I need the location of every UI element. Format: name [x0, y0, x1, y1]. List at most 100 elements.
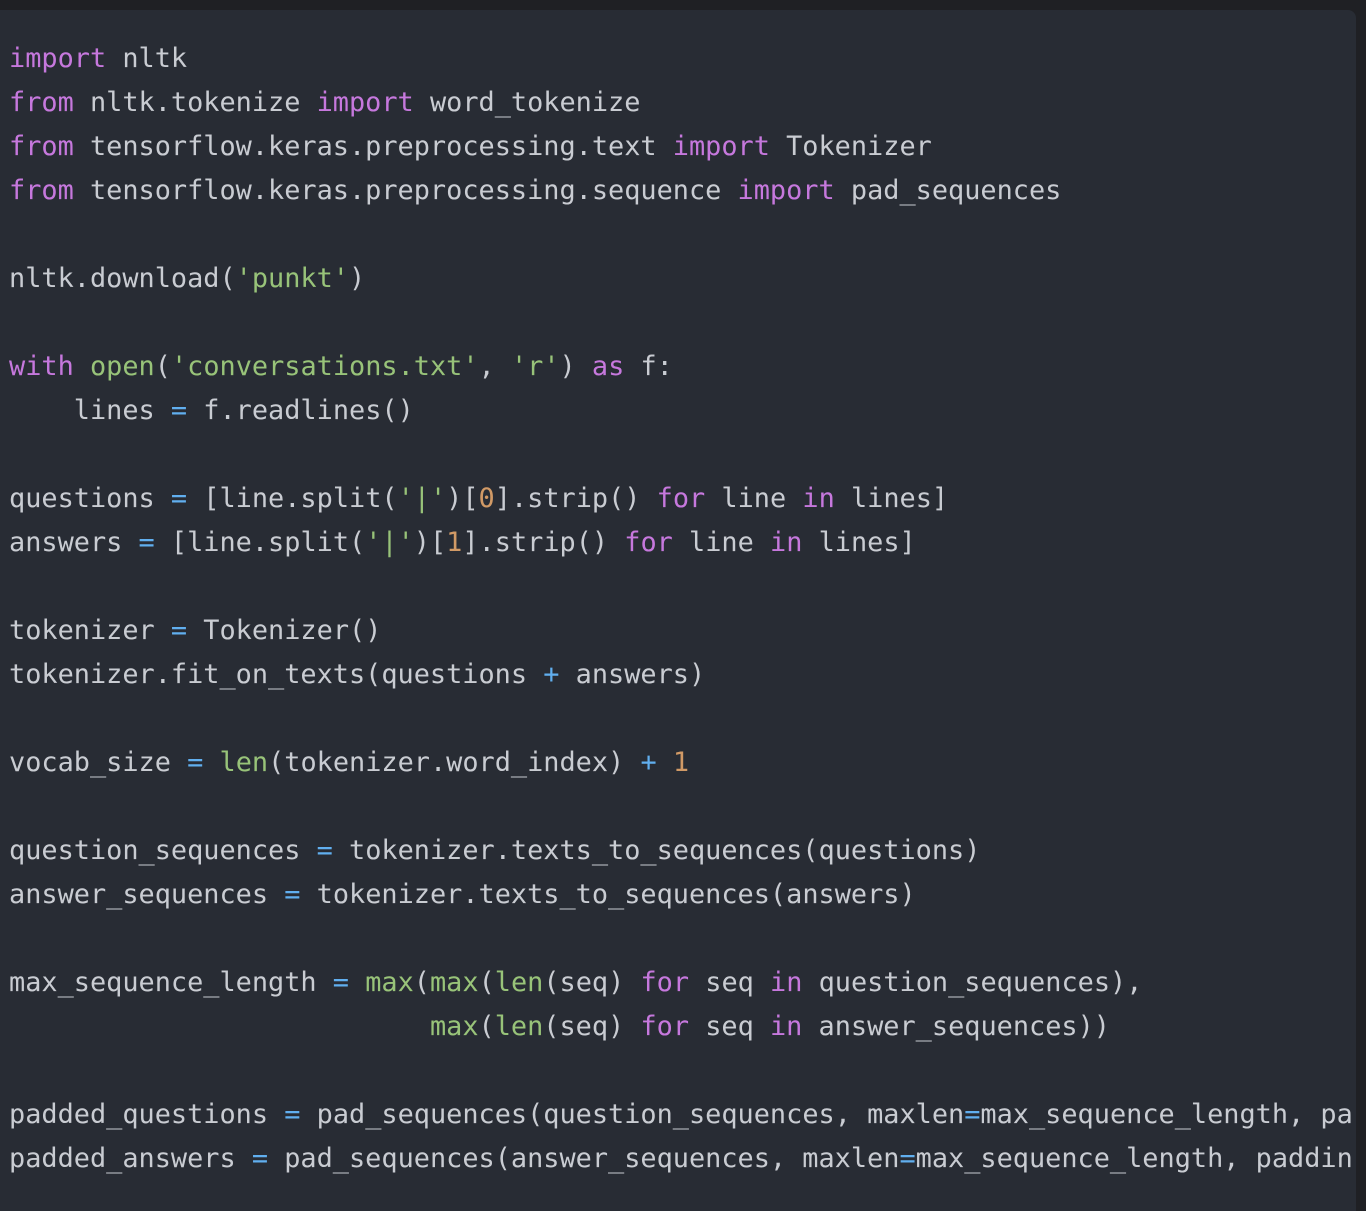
number-token: 1	[446, 527, 463, 558]
code-token: f:	[624, 351, 673, 382]
code-token: tokenizer	[9, 615, 171, 646]
code-token: pad_sequences	[834, 175, 1062, 206]
code-token: )	[559, 351, 592, 382]
code-token: (	[413, 967, 430, 998]
code-token: max_sequence_length	[9, 967, 333, 998]
string-token: '|'	[397, 483, 447, 514]
code-line: import nltk	[9, 37, 1353, 81]
builtin-token: open	[89, 351, 155, 382]
operator-token: +	[543, 659, 560, 690]
code-token: Tokenizer	[769, 131, 932, 162]
code-line: vocab_size = len(tokenizer.word_index) +…	[9, 741, 1353, 785]
code-panel[interactable]: import nltk from nltk.tokenize import wor…	[0, 10, 1356, 1211]
code-token: ].strip()	[494, 483, 657, 514]
number-token: 1	[672, 747, 690, 778]
code-token: pad_sequences(answer_sequences, maxlen	[268, 1143, 900, 1174]
code-token: )[	[446, 483, 479, 514]
code-token: Tokenizer()	[187, 615, 382, 646]
keyword-token: in	[769, 1011, 803, 1042]
keyword-token: from	[9, 131, 74, 162]
code-token: lines]	[834, 483, 949, 514]
keyword-token: import	[316, 87, 414, 118]
keyword-token: for	[656, 483, 706, 514]
code-token: answer_sequences	[9, 879, 285, 910]
code-token: question_sequences	[9, 835, 317, 866]
code-line: from tensorflow.keras.preprocessing.text…	[9, 125, 1353, 169]
operator-token: =	[138, 527, 155, 558]
code-token: padded_answers	[9, 1143, 252, 1174]
operator-token: +	[640, 747, 657, 778]
keyword-token: with	[9, 351, 74, 382]
code-token: (tokenizer.word_index)	[268, 747, 641, 778]
code-token: vocab_size	[9, 747, 188, 778]
code-token: nltk	[106, 43, 188, 74]
code-token: ,	[478, 351, 511, 382]
builtin-token: len	[494, 1011, 544, 1042]
code-token: answers	[9, 527, 139, 558]
code-line: from nltk.tokenize import word_tokenize	[9, 81, 1353, 125]
code-line: max(len(seq) for seq in answer_sequences…	[9, 1005, 1353, 1049]
keyword-token: import	[9, 43, 107, 74]
code-line: nltk.download('punkt')	[9, 257, 1353, 301]
code-block[interactable]: import nltk from nltk.tokenize import wor…	[9, 37, 1353, 1181]
code-token: answer_sequences))	[802, 1011, 1110, 1042]
code-token: lines	[9, 395, 171, 426]
builtin-token: len	[219, 747, 269, 778]
code-token: (	[154, 351, 171, 382]
operator-token: =	[964, 1099, 981, 1130]
operator-token: =	[284, 1099, 301, 1130]
operator-token: =	[251, 1143, 269, 1174]
builtin-token: max	[429, 1011, 479, 1042]
code-line: questions = [line.split('|')[0].strip() …	[9, 477, 1353, 521]
code-line: max_sequence_length = max(max(len(seq) f…	[9, 961, 1353, 1005]
code-line: padded_questions = pad_sequences(questio…	[9, 1093, 1353, 1137]
code-token: (seq)	[543, 1011, 641, 1042]
code-token: ].strip()	[462, 527, 625, 558]
operator-token: =	[284, 879, 301, 910]
number-token: 0	[478, 483, 495, 514]
code-token: seq	[689, 1011, 770, 1042]
operator-token: =	[332, 967, 349, 998]
keyword-token: import	[672, 131, 770, 162]
keyword-token: in	[770, 527, 803, 558]
code-token: questions	[9, 483, 171, 514]
code-line: answer_sequences = tokenizer.texts_to_se…	[9, 873, 1353, 917]
code-token: question_sequences),	[802, 967, 1143, 998]
code-token: [line.split(	[154, 527, 366, 558]
code-token: (	[478, 1011, 495, 1042]
string-token: 'punkt'	[235, 263, 349, 294]
code-token: tensorflow.keras.preprocessing.text	[73, 131, 673, 162]
operator-token: =	[316, 835, 333, 866]
code-token: nltk.tokenize	[73, 87, 317, 118]
operator-token: =	[170, 615, 188, 646]
string-token: 'conversations.txt'	[170, 351, 479, 382]
keyword-token: for	[640, 1011, 690, 1042]
top-strip	[0, 0, 1366, 10]
code-token: tensorflow.keras.preprocessing.sequence	[73, 175, 738, 206]
code-token: [line.split(	[187, 483, 398, 514]
code-line: tokenizer = Tokenizer()	[9, 609, 1353, 653]
keyword-token: in	[802, 483, 835, 514]
builtin-token: len	[494, 967, 544, 998]
operator-token: =	[170, 395, 188, 426]
code-token: lines]	[802, 527, 916, 558]
operator-token: =	[899, 1143, 916, 1174]
keyword-token: as	[591, 351, 625, 382]
keyword-token: from	[9, 175, 74, 206]
code-token: answers)	[559, 659, 706, 690]
builtin-token: max	[429, 967, 479, 998]
code-token: nltk.download(	[9, 263, 236, 294]
code-token: f.readlines()	[187, 395, 414, 426]
keyword-token: from	[9, 87, 74, 118]
keyword-token: in	[770, 967, 803, 998]
code-token: )[	[413, 527, 447, 558]
code-line: with open('conversations.txt', 'r') as f…	[9, 345, 1353, 389]
